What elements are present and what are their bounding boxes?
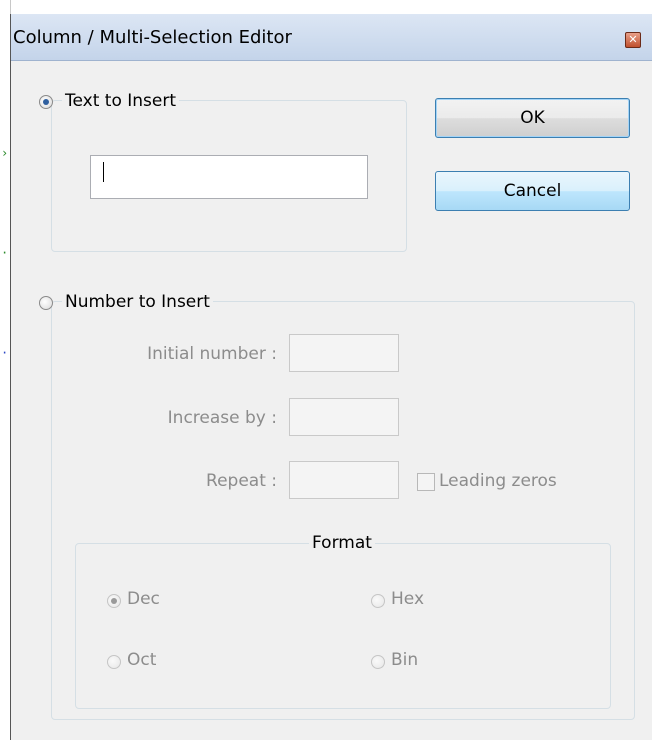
text-to-insert-label[interactable]: Text to Insert (62, 91, 180, 111)
format-bin-label[interactable]: Bin (391, 650, 418, 670)
initial-number-label: Initial number : (147, 344, 277, 364)
format-oct-label[interactable]: Oct (127, 650, 156, 670)
text-to-insert-input[interactable] (90, 155, 368, 199)
format-hex-radio[interactable] (371, 594, 385, 608)
increase-by-label: Increase by : (167, 408, 277, 428)
close-button[interactable]: ✕ (625, 32, 641, 48)
format-dec-label[interactable]: Dec (127, 589, 160, 609)
text-to-insert-radio[interactable] (39, 95, 53, 109)
column-editor-dialog: Column / Multi-Selection Editor ✕ Text t… (10, 14, 652, 740)
number-to-insert-radio[interactable] (39, 296, 53, 310)
text-caret (103, 162, 104, 182)
close-icon: ✕ (628, 33, 638, 46)
leading-zeros-checkbox[interactable] (417, 473, 435, 491)
number-to-insert-label[interactable]: Number to Insert (62, 292, 213, 312)
title-bar[interactable]: Column / Multi-Selection Editor ✕ (11, 14, 652, 61)
format-bin-radio[interactable] (371, 655, 385, 669)
repeat-input[interactable] (289, 461, 399, 499)
format-oct-radio[interactable] (107, 655, 121, 669)
increase-by-input[interactable] (289, 398, 399, 436)
initial-number-input[interactable] (289, 334, 399, 372)
ok-button[interactable]: OK (435, 98, 630, 138)
format-hex-label[interactable]: Hex (391, 589, 424, 609)
cancel-button[interactable]: Cancel (435, 171, 630, 211)
dialog-title: Column / Multi-Selection Editor (13, 27, 292, 48)
format-group (75, 543, 611, 709)
editor-glyph: · (1, 246, 9, 260)
format-label: Format (309, 533, 375, 553)
leading-zeros-label[interactable]: Leading zeros (439, 471, 557, 491)
format-dec-radio[interactable] (107, 594, 121, 608)
editor-glyph: › (1, 146, 9, 160)
repeat-label: Repeat : (206, 471, 277, 491)
editor-glyph: · (1, 346, 9, 360)
